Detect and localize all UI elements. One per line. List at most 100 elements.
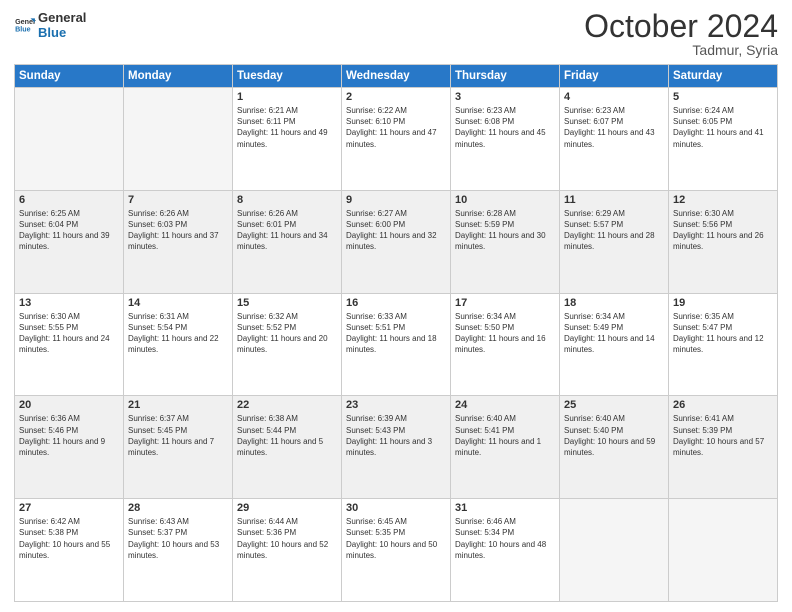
header: General Blue General Blue October 2024 T… — [14, 10, 778, 58]
calendar-cell: 8 Sunrise: 6:26 AMSunset: 6:01 PMDaylight… — [233, 190, 342, 293]
day-number: 29 — [237, 502, 337, 514]
page: General Blue General Blue October 2024 T… — [0, 0, 792, 612]
svg-text:Blue: Blue — [15, 26, 31, 34]
day-number: 27 — [19, 502, 119, 514]
day-info: Sunrise: 6:40 AMSunset: 5:40 PMDaylight:… — [564, 413, 664, 458]
calendar-cell: 2 Sunrise: 6:22 AMSunset: 6:10 PMDaylight… — [342, 88, 451, 191]
day-number: 30 — [346, 502, 446, 514]
logo-line1: General — [38, 10, 86, 25]
calendar-cell: 27 Sunrise: 6:42 AMSunset: 5:38 PMDayligh… — [15, 499, 124, 602]
day-number: 23 — [346, 399, 446, 411]
weekday-header-sunday: Sunday — [15, 65, 124, 88]
day-number: 12 — [673, 194, 773, 206]
calendar-cell: 4 Sunrise: 6:23 AMSunset: 6:07 PMDaylight… — [560, 88, 669, 191]
day-info: Sunrise: 6:29 AMSunset: 5:57 PMDaylight:… — [564, 208, 664, 253]
day-info: Sunrise: 6:45 AMSunset: 5:35 PMDaylight:… — [346, 516, 446, 561]
day-info: Sunrise: 6:39 AMSunset: 5:43 PMDaylight:… — [346, 413, 446, 458]
day-number: 31 — [455, 502, 555, 514]
weekday-header-thursday: Thursday — [451, 65, 560, 88]
day-info: Sunrise: 6:33 AMSunset: 5:51 PMDaylight:… — [346, 311, 446, 356]
day-number: 7 — [128, 194, 228, 206]
day-number: 6 — [19, 194, 119, 206]
day-number: 11 — [564, 194, 664, 206]
day-info: Sunrise: 6:25 AMSunset: 6:04 PMDaylight:… — [19, 208, 119, 253]
calendar-cell: 29Sunrise: 6:44 AMSunset: 5:36 PMDayligh… — [233, 499, 342, 602]
calendar-cell: 3Sunrise: 6:23 AMSunset: 6:08 PMDaylight… — [451, 88, 560, 191]
day-info: Sunrise: 6:26 AMSunset: 6:03 PMDaylight:… — [128, 208, 228, 253]
calendar-cell: 31 Sunrise: 6:46 AMSunset: 5:34 PMDayligh… — [451, 499, 560, 602]
day-info: Sunrise: 6:37 AMSunset: 5:45 PMDaylight:… — [128, 413, 228, 458]
calendar-cell: 15 Sunrise: 6:32 AMSunset: 5:52 PMDayligh… — [233, 293, 342, 396]
day-info: Sunrise: 6:35 AMSunset: 5:47 PMDaylight:… — [673, 311, 773, 356]
day-number: 8 — [237, 194, 337, 206]
calendar-cell: 30 Sunrise: 6:45 AMSunset: 5:35 PMDayligh… — [342, 499, 451, 602]
day-number: 26 — [673, 399, 773, 411]
day-info: Sunrise: 6:34 AMSunset: 5:49 PMDaylight:… — [564, 311, 664, 356]
calendar-body: 1Sunrise: 6:21 AMSunset: 6:11 PMDaylight… — [15, 88, 778, 602]
calendar-cell: 28Sunrise: 6:43 AMSunset: 5:37 PMDayligh… — [124, 499, 233, 602]
day-info: Sunrise: 6:32 AMSunset: 5:52 PMDaylight:… — [237, 311, 337, 356]
calendar-cell: 22Sunrise: 6:38 AMSunset: 5:44 PMDayligh… — [233, 396, 342, 499]
day-info: Sunrise: 6:30 AMSunset: 5:55 PMDaylight:… — [19, 311, 119, 356]
day-number: 15 — [237, 297, 337, 309]
day-number: 2 — [346, 91, 446, 103]
calendar-cell: 14 Sunrise: 6:31 AMSunset: 5:54 PMDayligh… — [124, 293, 233, 396]
weekday-header-friday: Friday — [560, 65, 669, 88]
logo: General Blue General Blue — [14, 10, 86, 40]
calendar-cell: 21 Sunrise: 6:37 AMSunset: 5:45 PMDayligh… — [124, 396, 233, 499]
day-number: 20 — [19, 399, 119, 411]
day-number: 10 — [455, 194, 555, 206]
day-number: 4 — [564, 91, 664, 103]
calendar-header-row: SundayMondayTuesdayWednesdayThursdayFrid… — [15, 65, 778, 88]
calendar-week-row: 13 Sunrise: 6:30 AMSunset: 5:55 PMDayligh… — [15, 293, 778, 396]
day-number: 25 — [564, 399, 664, 411]
calendar-cell: 17 Sunrise: 6:34 AMSunset: 5:50 PMDayligh… — [451, 293, 560, 396]
day-info: Sunrise: 6:42 AMSunset: 5:38 PMDaylight:… — [19, 516, 119, 561]
calendar-cell: 19 Sunrise: 6:35 AMSunset: 5:47 PMDayligh… — [669, 293, 778, 396]
day-info: Sunrise: 6:26 AMSunset: 6:01 PMDaylight:… — [237, 208, 337, 253]
calendar-week-row: 1Sunrise: 6:21 AMSunset: 6:11 PMDaylight… — [15, 88, 778, 191]
day-number: 18 — [564, 297, 664, 309]
day-info: Sunrise: 6:43 AMSunset: 5:37 PMDaylight:… — [128, 516, 228, 561]
weekday-header-monday: Monday — [124, 65, 233, 88]
logo-icon: General Blue — [14, 14, 36, 36]
title-area: October 2024 Tadmur, Syria — [584, 10, 778, 58]
calendar-week-row: 27 Sunrise: 6:42 AMSunset: 5:38 PMDayligh… — [15, 499, 778, 602]
calendar-cell — [15, 88, 124, 191]
calendar-cell: 11 Sunrise: 6:29 AMSunset: 5:57 PMDayligh… — [560, 190, 669, 293]
calendar-cell: 12Sunrise: 6:30 AMSunset: 5:56 PMDayligh… — [669, 190, 778, 293]
calendar-cell: 6 Sunrise: 6:25 AMSunset: 6:04 PMDaylight… — [15, 190, 124, 293]
calendar-cell: 5 Sunrise: 6:24 AMSunset: 6:05 PMDaylight… — [669, 88, 778, 191]
day-info: Sunrise: 6:23 AMSunset: 6:07 PMDaylight:… — [564, 105, 664, 150]
calendar-cell: 1Sunrise: 6:21 AMSunset: 6:11 PMDaylight… — [233, 88, 342, 191]
day-info: Sunrise: 6:23 AMSunset: 6:08 PMDaylight:… — [455, 105, 555, 150]
calendar-cell: 23 Sunrise: 6:39 AMSunset: 5:43 PMDayligh… — [342, 396, 451, 499]
day-info: Sunrise: 6:24 AMSunset: 6:05 PMDaylight:… — [673, 105, 773, 150]
day-number: 5 — [673, 91, 773, 103]
day-info: Sunrise: 6:36 AMSunset: 5:46 PMDaylight:… — [19, 413, 119, 458]
calendar-table: SundayMondayTuesdayWednesdayThursdayFrid… — [14, 64, 778, 602]
day-info: Sunrise: 6:28 AMSunset: 5:59 PMDaylight:… — [455, 208, 555, 253]
weekday-header-saturday: Saturday — [669, 65, 778, 88]
day-number: 16 — [346, 297, 446, 309]
day-number: 21 — [128, 399, 228, 411]
day-number: 14 — [128, 297, 228, 309]
calendar-cell: 26 Sunrise: 6:41 AMSunset: 5:39 PMDayligh… — [669, 396, 778, 499]
month-title: October 2024 — [584, 10, 778, 42]
day-info: Sunrise: 6:34 AMSunset: 5:50 PMDaylight:… — [455, 311, 555, 356]
day-number: 9 — [346, 194, 446, 206]
day-number: 17 — [455, 297, 555, 309]
calendar-cell: 16 Sunrise: 6:33 AMSunset: 5:51 PMDayligh… — [342, 293, 451, 396]
calendar-cell: 13 Sunrise: 6:30 AMSunset: 5:55 PMDayligh… — [15, 293, 124, 396]
day-info: Sunrise: 6:31 AMSunset: 5:54 PMDaylight:… — [128, 311, 228, 356]
calendar-cell: 7 Sunrise: 6:26 AMSunset: 6:03 PMDaylight… — [124, 190, 233, 293]
calendar-cell — [124, 88, 233, 191]
day-info: Sunrise: 6:46 AMSunset: 5:34 PMDaylight:… — [455, 516, 555, 561]
day-info: Sunrise: 6:22 AMSunset: 6:10 PMDaylight:… — [346, 105, 446, 150]
calendar-cell — [669, 499, 778, 602]
day-info: Sunrise: 6:41 AMSunset: 5:39 PMDaylight:… — [673, 413, 773, 458]
day-number: 19 — [673, 297, 773, 309]
day-info: Sunrise: 6:38 AMSunset: 5:44 PMDaylight:… — [237, 413, 337, 458]
day-number: 13 — [19, 297, 119, 309]
location: Tadmur, Syria — [584, 42, 778, 58]
